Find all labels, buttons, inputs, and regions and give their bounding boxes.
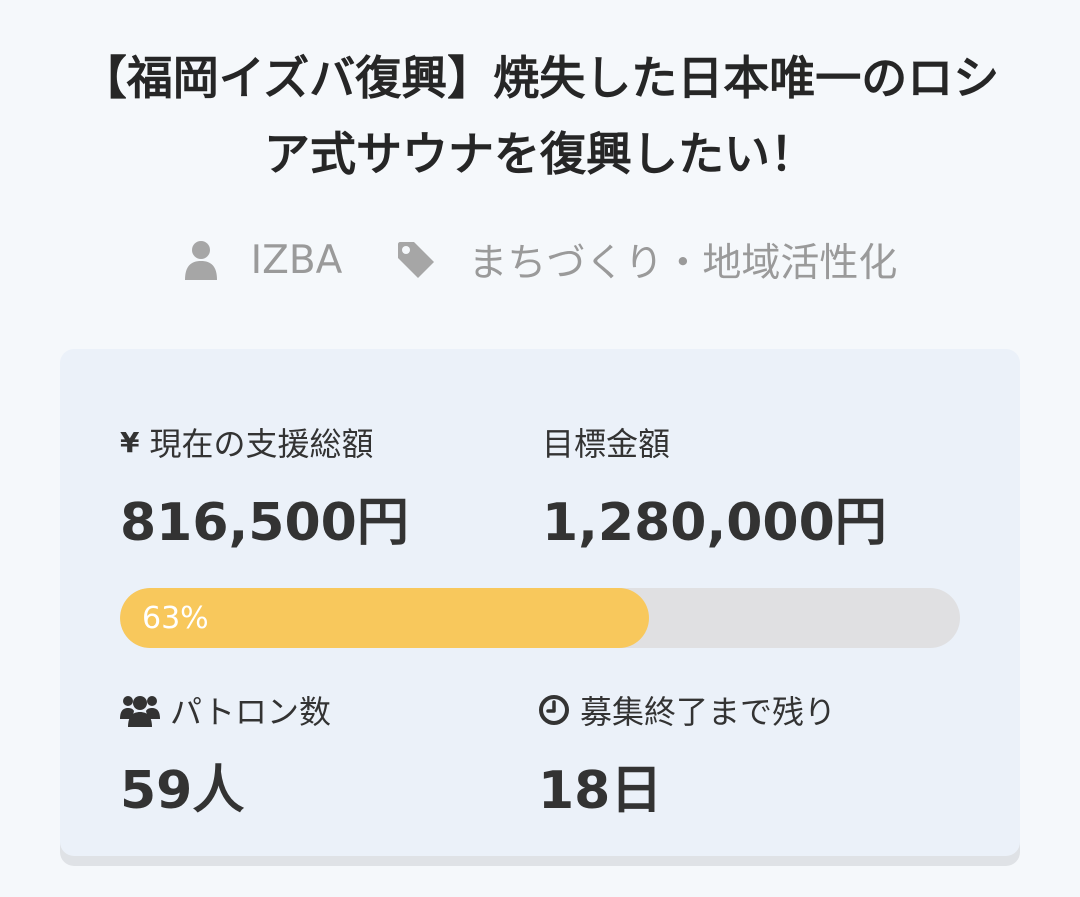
current-total-label: 現在の支援総額 (149, 425, 374, 463)
goal-value: 1,280,000円 (542, 493, 887, 553)
clock-icon (539, 695, 569, 725)
user-icon (184, 241, 217, 280)
category-link[interactable]: まちづくり・地域活性化 (396, 232, 897, 288)
goal-label: 目標金額 (542, 425, 671, 463)
goal-stat: 目標金額 1,280,000円 (542, 419, 887, 549)
owner-name: IZBA (250, 237, 343, 283)
patrons-label-row: パトロン数 (120, 687, 331, 733)
tag-icon (398, 242, 435, 278)
users-icon (120, 696, 160, 727)
remaining-label: 募集終了まで残り (580, 693, 837, 731)
yen-icon: ¥ (120, 425, 140, 459)
remaining-stat: 募集終了まで残り 18日 (538, 687, 836, 817)
remaining-value: 18日 (538, 761, 663, 821)
goal-label-row: 目標金額 (542, 419, 887, 465)
current-total-value: 816,500円 (120, 493, 409, 553)
remaining-label-row: 募集終了まで残り (538, 687, 836, 733)
patrons-value: 59人 (120, 761, 245, 821)
current-total-stat: ¥ 現在の支援総額 816,500円 (120, 419, 409, 549)
owner-link[interactable]: IZBA (183, 237, 343, 283)
funding-stats-card: ¥ 現在の支援総額 816,500円 目標金額 1,280,000円 63% パ… (60, 349, 1020, 856)
category-name: まちづくり・地域活性化 (468, 241, 898, 286)
project-meta: IZBA まちづくり・地域活性化 (0, 232, 1080, 288)
current-total-label-row: ¥ 現在の支援総額 (120, 419, 409, 465)
patrons-stat: パトロン数 59人 (120, 687, 331, 817)
progress-percent-label: 63% (142, 600, 209, 636)
progress-fill: 63% (120, 588, 650, 648)
project-title: 【福岡イズバ復興】焼失した日本唯一のロシア式サウナを復興したい！ (80, 51, 1000, 181)
funding-progress-bar: 63% (120, 588, 960, 648)
patrons-label: パトロン数 (170, 693, 331, 731)
